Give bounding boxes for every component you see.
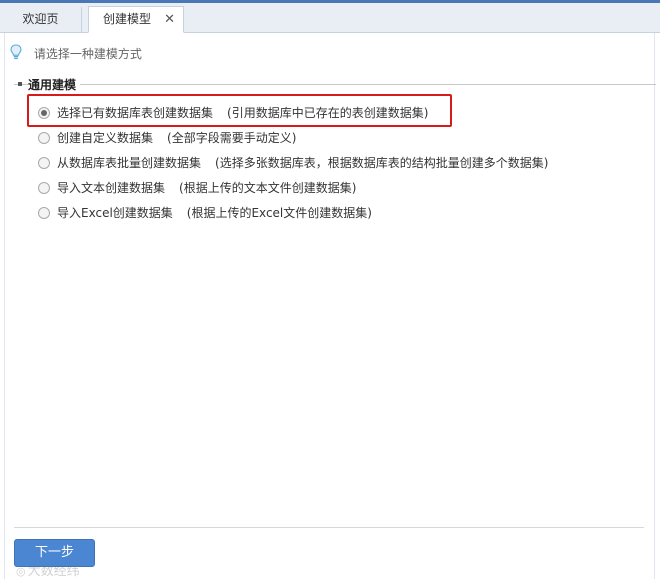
watermark: ◎ 大数经纬: [16, 560, 80, 579]
tab-welcome[interactable]: 欢迎页: [0, 7, 82, 32]
section-bullet-icon: [18, 82, 22, 86]
close-icon[interactable]: ✕: [164, 7, 175, 32]
option-import-excel[interactable]: 导入Excel创建数据集 (根据上传的Excel文件创建数据集): [38, 202, 548, 227]
tab-bar: 欢迎页 创建模型 ✕: [0, 3, 660, 33]
tab-welcome-label: 欢迎页: [22, 12, 59, 26]
section-divider: [14, 84, 656, 85]
option-desc: (选择多张数据库表，根据数据库表的结构批量创建多个数据集): [215, 156, 549, 170]
option-existing-table[interactable]: 选择已有数据库表创建数据集 (引用数据库中已存在的表创建数据集): [38, 102, 548, 127]
radio-import-excel[interactable]: [38, 206, 50, 219]
lightbulb-icon: [10, 44, 26, 65]
option-label: 选择已有数据库表创建数据集: [57, 106, 214, 120]
hint-row: 请选择一种建模方式: [10, 44, 142, 62]
option-custom-dataset[interactable]: 创建自定义数据集 (全部字段需要手动定义): [38, 127, 548, 152]
option-import-text[interactable]: 导入文本创建数据集 (根据上传的文本文件创建数据集): [38, 177, 548, 202]
radio-custom-dataset[interactable]: [38, 131, 50, 144]
option-label: 从数据库表批量创建数据集: [57, 156, 202, 170]
hint-text: 请选择一种建模方式: [33, 47, 142, 61]
modeling-options: 选择已有数据库表创建数据集 (引用数据库中已存在的表创建数据集) 创建自定义数据集…: [38, 102, 548, 227]
tab-create-model-label: 创建模型: [103, 12, 152, 26]
radio-import-text[interactable]: [38, 181, 50, 194]
watermark-logo-icon: ◎: [16, 565, 26, 578]
option-label: 创建自定义数据集: [57, 131, 154, 145]
tab-create-model[interactable]: 创建模型 ✕: [88, 6, 184, 33]
watermark-text: 大数经纬: [27, 564, 80, 579]
option-label: 导入文本创建数据集: [57, 181, 166, 195]
section-header: 通用建模: [14, 74, 656, 94]
option-label: 导入Excel创建数据集: [57, 206, 173, 220]
option-desc: (引用数据库中已存在的表创建数据集): [227, 106, 429, 120]
option-desc: (根据上传的Excel文件创建数据集): [186, 206, 372, 220]
section-title: 通用建模: [28, 76, 81, 93]
radio-batch-tables[interactable]: [38, 156, 50, 169]
option-batch-tables[interactable]: 从数据库表批量创建数据集 (选择多张数据库表，根据数据库表的结构批量创建多个数据集…: [38, 152, 548, 177]
option-desc: (根据上传的文本文件创建数据集): [179, 181, 357, 195]
footer-divider: [14, 527, 644, 528]
option-desc: (全部字段需要手动定义): [167, 131, 297, 145]
radio-existing-table[interactable]: [38, 106, 50, 119]
